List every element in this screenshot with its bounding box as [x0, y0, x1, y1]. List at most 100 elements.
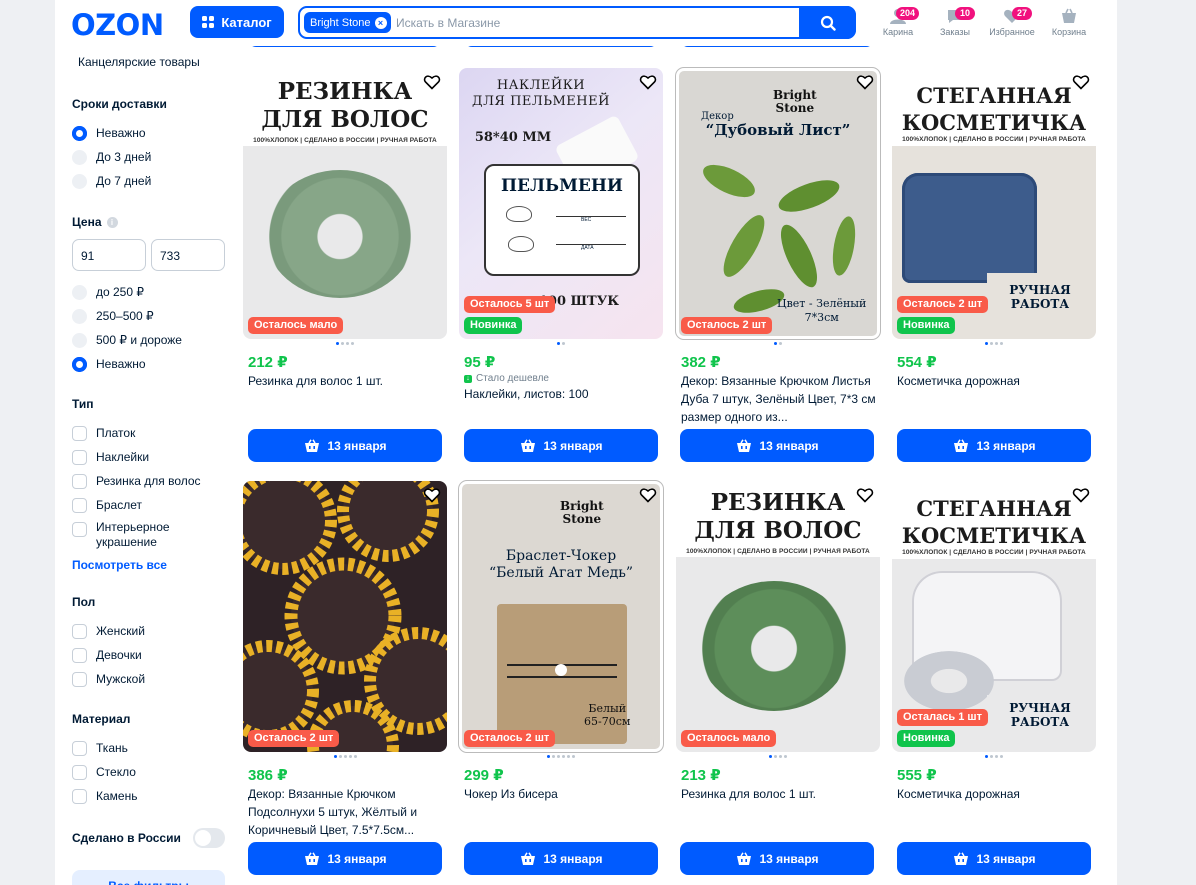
checkbox[interactable] — [72, 623, 87, 639]
checkbox[interactable] — [72, 764, 87, 780]
product-card[interactable]: НАКЛЕЙКИ ДЛЯ ПЕЛЬМЕНЕЙ 58*40 ММ ПЕЛЬМЕНИ … — [459, 68, 663, 403]
product-price: 554 ₽ — [897, 354, 937, 371]
search-button[interactable] — [799, 6, 856, 39]
info-icon[interactable]: i — [106, 217, 118, 228]
product-image[interactable]: Bright Stone Браслет-Чокер “Белый Агат Мед… — [458, 480, 664, 753]
catalog-button[interactable]: Каталог — [190, 6, 284, 38]
material-option[interactable]: Стекло — [72, 763, 136, 781]
nav-orders[interactable]: 10 Заказы — [932, 6, 978, 37]
product-image[interactable]: НАКЛЕЙКИ ДЛЯ ПЕЛЬМЕНЕЙ 58*40 ММ ПЕЛЬМЕНИ … — [459, 68, 663, 339]
product-card[interactable]: Bright Stone Браслет-Чокер “Белый Агат Мед… — [458, 480, 664, 803]
type-option[interactable]: Интерьерное украшение — [72, 520, 186, 550]
price-option[interactable]: Неважно — [72, 355, 146, 373]
product-card[interactable]: Осталось 2 шт 386 ₽ Декор: Вязанные Крюч… — [243, 481, 447, 839]
ozon-logo[interactable]: OZON — [71, 8, 164, 42]
product-card[interactable]: СТЕГАННАЯ КОСМЕТИЧКА 100%ХЛОПОК | СДЕЛАНО… — [892, 481, 1096, 803]
product-card[interactable]: Bright Stone Декор “Дубовый Лист” Цвет - … — [675, 67, 881, 426]
heart-icon[interactable] — [1072, 487, 1090, 503]
product-title[interactable]: Косметичка дорожная — [897, 785, 1092, 803]
arrow-down-icon: ↓ — [464, 374, 472, 383]
heart-icon[interactable] — [856, 74, 874, 90]
heart-icon[interactable] — [856, 487, 874, 503]
product-title[interactable]: Косметичка дорожная — [897, 372, 1092, 390]
search-scope-chip[interactable]: Bright Stone × — [304, 12, 391, 33]
delivery-cart-button[interactable]: 13 января — [464, 429, 658, 462]
heart-icon[interactable] — [1072, 74, 1090, 90]
image-dots — [676, 752, 880, 762]
type-option[interactable]: Браслет — [72, 496, 142, 514]
checkbox[interactable] — [72, 473, 87, 489]
product-image[interactable]: Осталось 2 шт — [243, 481, 447, 752]
radio[interactable] — [72, 284, 87, 300]
type-option[interactable]: Платок — [72, 424, 135, 442]
poster-subtitle: 100%ХЛОПОК | СДЕЛАНО В РОССИИ | РУЧНАЯ Р… — [253, 137, 437, 144]
product-image[interactable]: СТЕГАННАЯ КОСМЕТИЧКА 100%ХЛОПОК | СДЕЛАНО… — [892, 481, 1096, 752]
product-card[interactable]: РЕЗИНКА ДЛЯ ВОЛОС 100%ХЛОПОК | СДЕЛАНО В … — [243, 68, 447, 390]
delivery-option[interactable]: До 3 дней — [72, 148, 151, 166]
delivery-cart-button[interactable]: 13 января — [897, 842, 1091, 875]
product-title[interactable]: Декор: Вязанные Крючком Подсолнухи 5 шту… — [248, 785, 443, 839]
heart-icon[interactable] — [423, 74, 441, 90]
delivery-option[interactable]: Неважно — [72, 124, 146, 142]
checkbox[interactable] — [72, 497, 87, 513]
gender-option[interactable]: Женский — [72, 622, 145, 640]
delivery-cart-button[interactable]: 13 января — [464, 842, 658, 875]
show-all-link[interactable]: Посмотреть все — [72, 558, 167, 572]
radio-selected[interactable] — [72, 125, 87, 141]
price-min-input[interactable]: 91 — [72, 239, 146, 271]
checkbox[interactable] — [72, 522, 87, 537]
gender-option[interactable]: Девочки — [72, 646, 142, 664]
checkbox[interactable] — [72, 449, 87, 465]
product-price: 299 ₽ — [464, 767, 504, 784]
delivery-cart-button[interactable]: 13 января — [680, 842, 874, 875]
type-option[interactable]: Резинка для волос — [72, 472, 201, 490]
radio[interactable] — [72, 332, 87, 348]
product-image[interactable]: РЕЗИНКА ДЛЯ ВОЛОС 100%ХЛОПОК | СДЕЛАНО В … — [243, 68, 447, 339]
close-icon[interactable]: × — [374, 16, 387, 29]
heart-icon[interactable] — [639, 74, 657, 90]
price-drop-note: ↓ Стало дешевле — [464, 373, 663, 384]
delivery-cart-button[interactable]: 13 января — [248, 429, 442, 462]
heart-icon[interactable] — [639, 487, 657, 503]
type-option[interactable]: Наклейки — [72, 448, 149, 466]
nav-favorites[interactable]: 27 Избранное — [989, 6, 1035, 37]
delivery-option[interactable]: До 7 дней — [72, 172, 151, 190]
nav-profile[interactable]: 204 Карина — [875, 6, 921, 37]
new-tag: Новинка — [897, 730, 956, 747]
checkbox[interactable] — [72, 788, 87, 804]
product-title[interactable]: Декор: Вязанные Крючком Листья Дуба 7 шт… — [681, 372, 876, 426]
product-title[interactable]: Резинка для волос 1 шт. — [681, 785, 876, 803]
heart-icon[interactable] — [423, 487, 441, 503]
radio[interactable] — [72, 308, 87, 324]
price-option[interactable]: 500 ₽ и дороже — [72, 331, 182, 349]
product-title[interactable]: Резинка для волос 1 шт. — [248, 372, 443, 390]
radio[interactable] — [72, 173, 87, 189]
delivery-cart-button[interactable]: 13 января — [897, 429, 1091, 462]
search-input[interactable] — [396, 13, 786, 33]
category-link[interactable]: Канцелярские товары — [78, 55, 200, 69]
checkbox[interactable] — [72, 425, 87, 441]
gender-option[interactable]: Мужской — [72, 670, 145, 688]
product-image[interactable]: РЕЗИНКА ДЛЯ ВОЛОС 100%ХЛОПОК | СДЕЛАНО В … — [676, 481, 880, 752]
delivery-cart-button[interactable]: 13 января — [248, 842, 442, 875]
product-image[interactable]: Bright Stone Декор “Дубовый Лист” Цвет - … — [675, 67, 881, 340]
checkbox[interactable] — [72, 647, 87, 663]
delivery-cart-button[interactable]: 13 января — [680, 429, 874, 462]
all-filters-button[interactable]: Все фильтры — [72, 870, 225, 885]
price-option[interactable]: 250–500 ₽ — [72, 307, 154, 325]
price-max-input[interactable]: 733 — [151, 239, 225, 271]
product-card[interactable]: СТЕГАННАЯ КОСМЕТИЧКА 100%ХЛОПОК | СДЕЛАНО… — [892, 68, 1096, 390]
product-image[interactable]: СТЕГАННАЯ КОСМЕТИЧКА 100%ХЛОПОК | СДЕЛАНО… — [892, 68, 1096, 339]
material-option[interactable]: Ткань — [72, 739, 128, 757]
checkbox[interactable] — [72, 671, 87, 687]
product-card[interactable]: РЕЗИНКА ДЛЯ ВОЛОС 100%ХЛОПОК | СДЕЛАНО В … — [676, 481, 880, 803]
made-in-russia-toggle[interactable] — [193, 828, 225, 848]
radio-selected[interactable] — [72, 356, 87, 372]
price-option[interactable]: до 250 ₽ — [72, 283, 144, 301]
material-option[interactable]: Камень — [72, 787, 137, 805]
product-title[interactable]: Чокер Из бисера — [464, 785, 659, 803]
nav-cart[interactable]: Корзина — [1046, 6, 1092, 37]
checkbox[interactable] — [72, 740, 87, 756]
product-title[interactable]: Наклейки, листов: 100 — [464, 385, 659, 403]
radio[interactable] — [72, 149, 87, 165]
